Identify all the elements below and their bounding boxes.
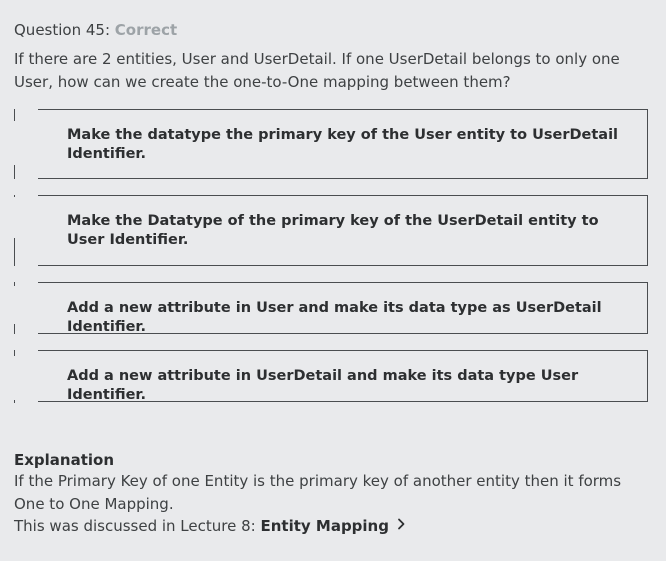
lecture-link-label: Entity Mapping — [260, 517, 389, 535]
chevron-right-icon — [397, 514, 405, 536]
option-label: Make the Datatype of the primary key of … — [67, 213, 599, 248]
answer-option-2[interactable]: Make the Datatype of the primary key of … — [14, 195, 648, 266]
lecture-link[interactable]: Entity Mapping — [260, 517, 405, 535]
lecture-prefix: This was discussed in Lecture 8: — [14, 517, 256, 535]
answer-option-1[interactable]: Make the datatype the primary key of the… — [14, 109, 648, 179]
option-marker — [14, 109, 38, 179]
answer-option-4[interactable]: Add a new attribute in UserDetail and ma… — [14, 350, 648, 403]
option-label: Make the datatype the primary key of the… — [67, 127, 619, 162]
explanation-heading: Explanation — [14, 451, 115, 469]
explanation-text: If the Primary Key of one Entity is the … — [14, 472, 622, 513]
answer-option-3[interactable]: Add a new attribute in User and make its… — [14, 282, 648, 335]
option-marker — [14, 282, 38, 334]
option-marker — [14, 350, 38, 403]
question-header: Question 45: Correct — [14, 20, 177, 40]
option-label: Add a new attribute in User and make its… — [67, 300, 602, 335]
question-text: If there are 2 entities, User and UserDe… — [14, 50, 620, 91]
lecture-reference: This was discussed in Lecture 8: Entity … — [14, 515, 405, 538]
question-number: Question 45: — [14, 21, 110, 39]
option-marker — [14, 195, 38, 266]
option-label: Add a new attribute in UserDetail and ma… — [67, 368, 579, 403]
status-badge: Correct — [114, 21, 178, 39]
